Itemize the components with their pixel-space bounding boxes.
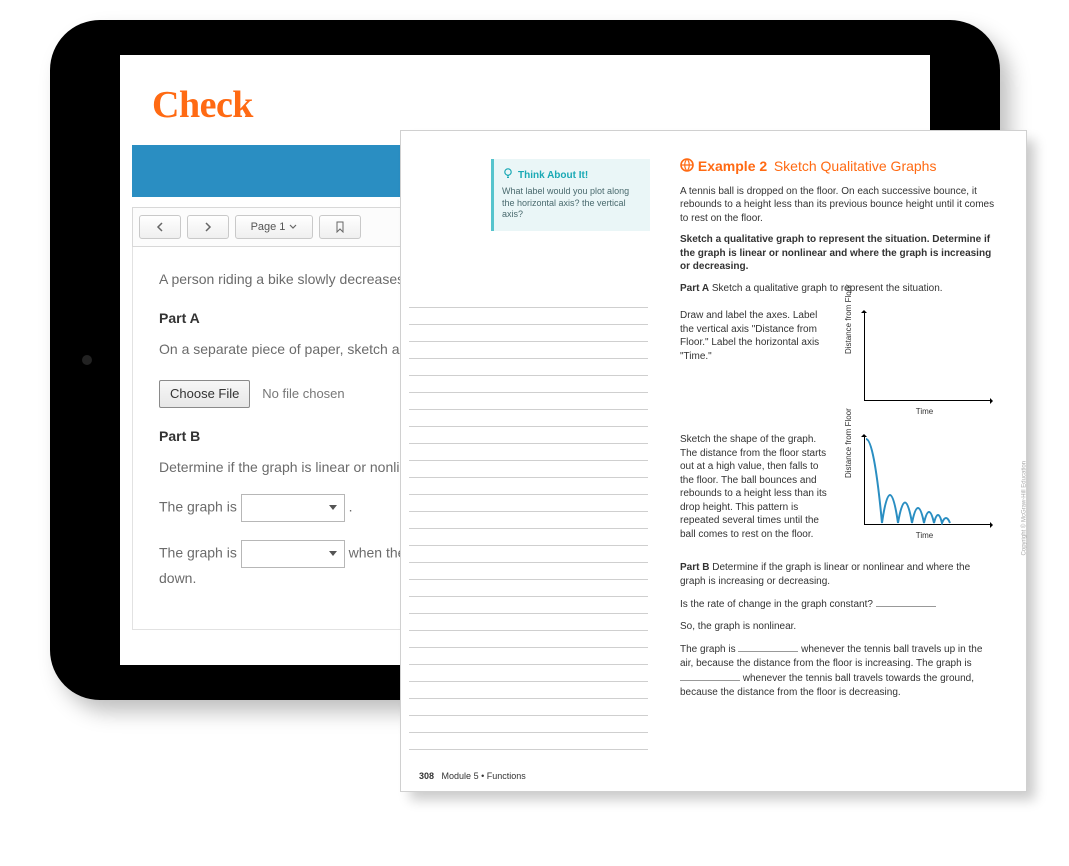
blank-1 (876, 596, 936, 607)
step-a1: Draw and label the axes. Label the verti… (680, 309, 832, 363)
chart-xlabel-2: Time (916, 531, 933, 542)
chart-ylabel-2: Distance from Floor (844, 409, 855, 479)
caret-down-icon (328, 544, 338, 564)
example-task: Sketch a qualitative graph to represent … (680, 233, 996, 274)
lightbulb-icon (502, 167, 514, 183)
back-button[interactable] (139, 215, 181, 239)
textbook-page: Think About It! What label would you plo… (400, 130, 1027, 792)
bookmark-button[interactable] (319, 215, 361, 239)
bounce-curve-icon (864, 437, 992, 525)
arrow-left-icon (155, 222, 165, 232)
chart-xlabel: Time (916, 407, 933, 418)
think-body: What label would you plot along the hori… (502, 186, 642, 221)
module-label: Module 5 • Functions (442, 771, 526, 781)
page-right-column: Example 2 Sketch Qualitative Graphs A te… (656, 131, 1026, 791)
example-subtitle-text: Sketch Qualitative Graphs (774, 158, 937, 174)
conclusion-a: The graph is (680, 644, 738, 655)
page-part-a-text: Sketch a qualitative graph to represent … (712, 283, 943, 294)
think-about-it-box: Think About It! What label would you plo… (491, 159, 650, 231)
think-header: Think About It! (518, 169, 588, 182)
example-intro: A tennis ball is dropped on the floor. O… (680, 185, 996, 226)
page-part-a-label: Part A (680, 283, 709, 294)
arrow-right-icon (203, 222, 213, 232)
chart-bounce: Distance from Floor Time (846, 433, 996, 543)
step-a2: Sketch the shape of the graph. The dista… (680, 433, 832, 541)
globe-icon (680, 159, 698, 175)
page-left-column: Think About It! What label would you plo… (401, 131, 656, 791)
page-selector[interactable]: Page 1 (235, 215, 313, 239)
caret-down-icon (289, 224, 297, 230)
dropdown-1[interactable] (241, 494, 345, 522)
example-title: Example 2 (698, 158, 767, 174)
page-part-b-text: Determine if the graph is linear or nonl… (680, 562, 970, 587)
sentence2-prefix: The graph is (159, 544, 241, 560)
file-status-label: No file chosen (262, 386, 344, 401)
bookmark-icon (335, 221, 345, 233)
caret-down-icon (328, 498, 338, 518)
chart-ylabel: Distance from Floor (844, 285, 855, 355)
page-selector-label: Page 1 (251, 221, 286, 233)
forward-button[interactable] (187, 215, 229, 239)
blank-2 (738, 641, 798, 652)
note-lines (409, 291, 648, 751)
sentence1-prefix: The graph is (159, 498, 241, 514)
copyright-text: Copyright © McGraw-Hill Education (1020, 461, 1028, 555)
so-nonlinear: So, the graph is nonlinear. (680, 620, 996, 634)
dropdown-2[interactable] (241, 540, 345, 568)
rate-question: Is the rate of change in the graph const… (680, 599, 876, 610)
sentence1-suffix: . (349, 498, 353, 514)
page-part-b-label: Part B (680, 562, 709, 573)
choose-file-button[interactable]: Choose File (159, 380, 250, 408)
page-number: 308 (419, 771, 434, 781)
page-footer: 308 Module 5 • Functions (419, 771, 526, 781)
chart-blank: Distance from Floor Time (846, 309, 996, 419)
blank-3 (680, 670, 740, 681)
page-title: Check (152, 83, 930, 127)
